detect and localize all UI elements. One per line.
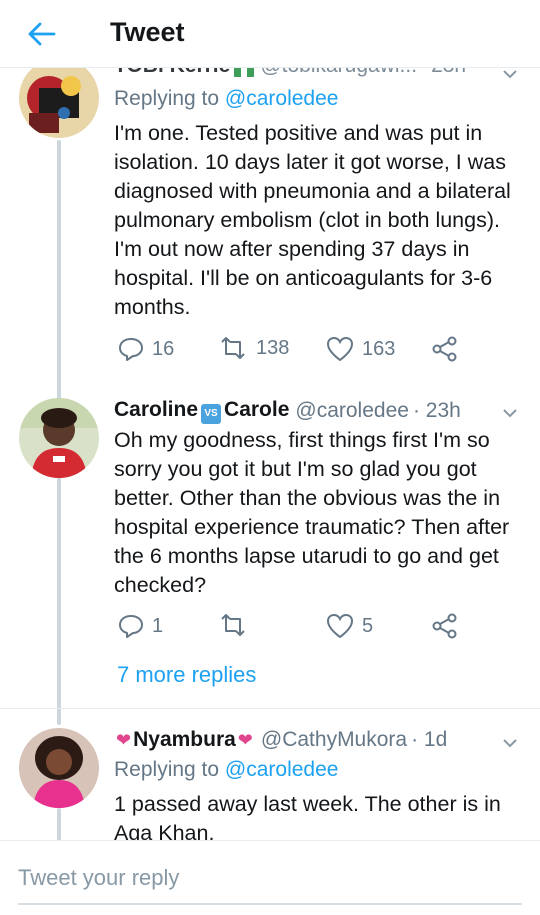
- share-button[interactable]: [432, 336, 466, 362]
- timestamp: · 23h: [412, 398, 461, 422]
- tweet-text: 1 passed away last week. The other is in…: [114, 792, 501, 840]
- heart-emoji-icon: ❤: [116, 729, 132, 750]
- retweet-button[interactable]: 138: [218, 336, 289, 360]
- flag-emoji-icon: [234, 68, 255, 77]
- reply-count: 16: [152, 337, 175, 360]
- more-replies-link[interactable]: 7 more replies: [117, 662, 256, 688]
- like-icon: [326, 336, 354, 362]
- like-button[interactable]: 5: [326, 613, 373, 639]
- vs-emoji-icon: VS: [201, 403, 222, 424]
- replying-to-link[interactable]: @caroledee: [225, 87, 339, 110]
- replying-to-prefix: Replying to: [114, 758, 220, 781]
- avatar[interactable]: [19, 728, 99, 808]
- tweet-text: Oh my goodness, first things first I'm s…: [114, 428, 510, 597]
- tweet-text: I'm one. Tested positive and was put in …: [114, 121, 511, 319]
- retweet-icon: [221, 337, 245, 359]
- divider: [0, 708, 540, 709]
- conversation-feed[interactable]: TOBi Kerrie @tobikarugawi... 23h Replyin…: [0, 68, 540, 840]
- share-button[interactable]: [432, 613, 466, 639]
- retweet-icon: [221, 614, 245, 636]
- reply-button[interactable]: 16: [118, 336, 174, 362]
- display-name[interactable]: Nyambura: [133, 728, 236, 752]
- replying-to: Replying to @caroledee: [114, 758, 338, 782]
- tweet-actions: 16 138 163: [114, 336, 534, 366]
- thread-dots: [56, 660, 62, 684]
- like-count: 163: [362, 337, 396, 360]
- display-name[interactable]: TOBi Kerrie: [114, 68, 230, 78]
- chevron-down-icon[interactable]: [498, 731, 522, 755]
- reply-icon: [119, 338, 143, 361]
- like-icon: [326, 613, 354, 639]
- share-icon: [432, 613, 457, 639]
- page-title: Tweet: [110, 17, 185, 47]
- tweet-actions: 1 5: [114, 613, 534, 643]
- reply-input[interactable]: [18, 861, 522, 895]
- top-bar: Tweet: [0, 0, 540, 68]
- timestamp: · 1d: [411, 728, 448, 751]
- handle[interactable]: @CathyMukora: [261, 728, 407, 752]
- reply-button[interactable]: 1: [118, 613, 163, 639]
- replying-to: Replying to @caroledee: [114, 87, 338, 111]
- timestamp: 23h: [431, 68, 466, 78]
- reply-count: 1: [152, 614, 164, 637]
- tweet-header: Caroline VS Carole @caroledee · 23h: [114, 398, 461, 424]
- replying-to-prefix: Replying to: [114, 87, 220, 110]
- avatar[interactable]: [19, 68, 99, 138]
- display-name-part-2: Carole: [224, 398, 290, 421]
- like-button[interactable]: 163: [326, 336, 395, 362]
- handle[interactable]: @caroledee: [295, 399, 409, 423]
- avatar[interactable]: [19, 398, 99, 478]
- retweet-button[interactable]: [218, 613, 256, 637]
- reply-composer: [0, 840, 540, 915]
- display-name[interactable]: Caroline VS Carole: [114, 398, 289, 424]
- display-name-part-1: Caroline: [114, 398, 199, 421]
- thread-line: [57, 808, 61, 840]
- chevron-down-icon[interactable]: [498, 401, 522, 425]
- reply-input-underline: [18, 903, 522, 905]
- replying-to-link[interactable]: @caroledee: [225, 758, 339, 781]
- reply-icon: [119, 615, 143, 638]
- retweet-count: 138: [256, 336, 290, 359]
- share-icon: [432, 336, 457, 362]
- tweet-header: TOBi Kerrie @tobikarugawi... 23h: [114, 68, 466, 78]
- back-arrow-icon[interactable]: [24, 16, 60, 52]
- like-count: 5: [362, 614, 374, 637]
- chevron-down-icon[interactable]: [498, 68, 522, 86]
- handle[interactable]: @tobikarugawi...: [260, 68, 417, 78]
- heart-emoji-icon: ❤: [237, 729, 253, 750]
- tweet-header: ❤ Nyambura ❤ @CathyMukora · 1d: [114, 728, 447, 752]
